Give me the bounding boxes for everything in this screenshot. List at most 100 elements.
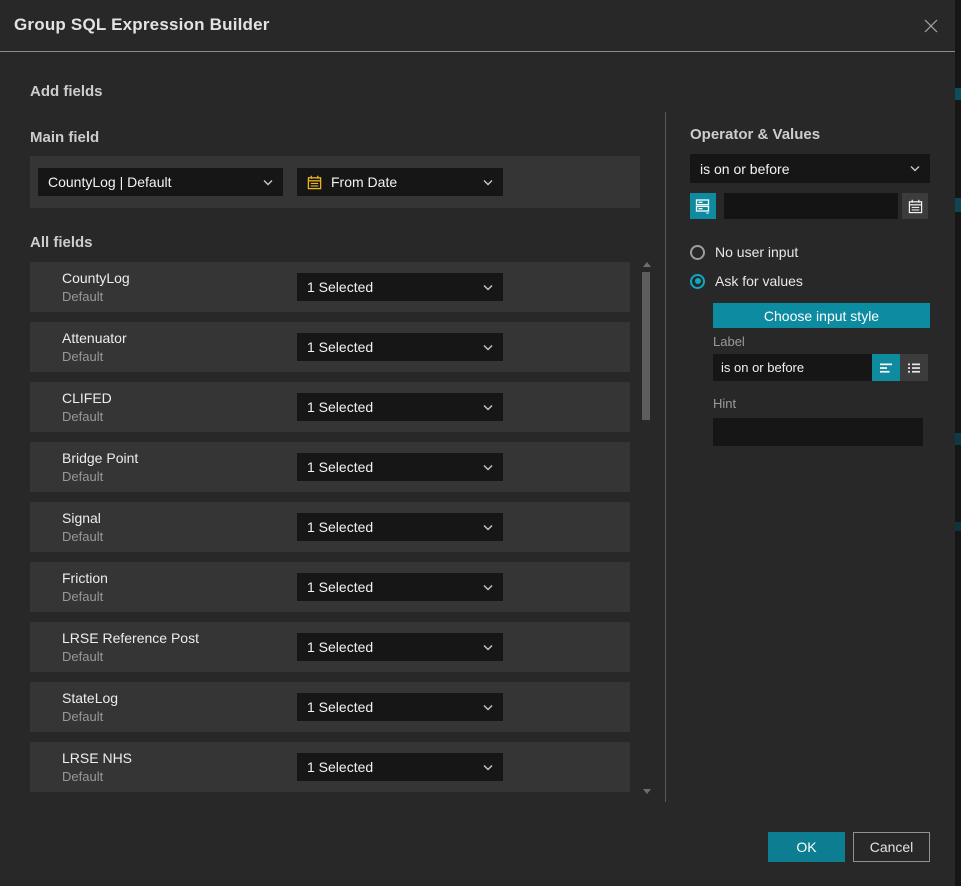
date-picker-button[interactable]: [902, 193, 928, 219]
field-selection-select[interactable]: 1 Selected: [297, 573, 503, 601]
operator-select[interactable]: is on or before: [690, 154, 930, 183]
value-input[interactable]: [724, 193, 898, 219]
radio-icon: [690, 274, 705, 289]
main-field-heading: Main field: [30, 129, 99, 146]
field-sublabel: Default: [62, 529, 103, 544]
background-fragment: [955, 522, 961, 531]
all-fields-list: CountyLog Default 1 Selected Attenuator …: [30, 262, 630, 802]
field-selection-value: 1 Selected: [307, 639, 477, 655]
field-row: Bridge Point Default 1 Selected: [30, 442, 630, 492]
field-selection-select[interactable]: 1 Selected: [297, 273, 503, 301]
calendar-icon: [307, 175, 322, 190]
background-fragment: [955, 198, 961, 212]
scroll-up-icon[interactable]: [643, 262, 651, 267]
field-name: CLIFED: [62, 390, 112, 406]
field-name: Bridge Point: [62, 450, 138, 466]
field-row: Friction Default 1 Selected: [30, 562, 630, 612]
ok-button[interactable]: OK: [768, 832, 845, 862]
main-layer-select-value: CountyLog | Default: [48, 174, 257, 190]
field-name: CountyLog: [62, 270, 130, 286]
choose-input-style-button[interactable]: Choose input style: [713, 303, 930, 328]
label-field-label: Label: [713, 334, 745, 349]
field-sublabel: Default: [62, 409, 103, 424]
field-name: LRSE Reference Post: [62, 630, 199, 646]
field-selection-value: 1 Selected: [307, 519, 477, 535]
chevron-down-icon: [483, 178, 493, 187]
field-row: StateLog Default 1 Selected: [30, 682, 630, 732]
scrollbar-thumb[interactable]: [642, 272, 650, 420]
field-selection-value: 1 Selected: [307, 699, 477, 715]
field-sublabel: Default: [62, 709, 103, 724]
radio-icon: [690, 245, 705, 260]
field-selection-select[interactable]: 1 Selected: [297, 693, 503, 721]
field-selection-value: 1 Selected: [307, 579, 477, 595]
field-sublabel: Default: [62, 589, 103, 604]
field-row: Attenuator Default 1 Selected: [30, 322, 630, 372]
single-value-style-button[interactable]: [872, 354, 900, 381]
chevron-down-icon: [483, 703, 493, 712]
align-left-icon: [879, 361, 893, 375]
background-app-strip: [955, 0, 961, 886]
cancel-button[interactable]: Cancel: [853, 832, 930, 862]
chevron-down-icon: [483, 463, 493, 472]
chevron-down-icon: [910, 164, 920, 173]
field-selection-select[interactable]: 1 Selected: [297, 333, 503, 361]
list-style-button[interactable]: [900, 354, 928, 381]
dialog-title: Group SQL Expression Builder: [14, 15, 270, 35]
main-field-select[interactable]: From Date: [297, 168, 503, 196]
field-row: LRSE Reference Post Default 1 Selected: [30, 622, 630, 672]
radio-ask-for-values[interactable]: Ask for values: [690, 273, 803, 289]
chevron-down-icon: [483, 523, 493, 532]
add-fields-heading: Add fields: [30, 83, 103, 100]
fields-scrollbar[interactable]: [640, 260, 652, 800]
field-name: LRSE NHS: [62, 750, 132, 766]
field-name: Friction: [62, 570, 108, 586]
field-selection-value: 1 Selected: [307, 459, 477, 475]
field-sublabel: Default: [62, 349, 103, 364]
chevron-down-icon: [483, 643, 493, 652]
radio-no-user-input[interactable]: No user input: [690, 244, 798, 260]
field-selection-value: 1 Selected: [307, 279, 477, 295]
field-name: StateLog: [62, 690, 118, 706]
field-selection-select[interactable]: 1 Selected: [297, 633, 503, 661]
operator-select-value: is on or before: [700, 161, 904, 177]
chevron-down-icon: [483, 343, 493, 352]
operator-values-heading: Operator & Values: [690, 126, 820, 143]
main-field-select-value: From Date: [331, 174, 477, 190]
calendar-icon: [908, 199, 923, 214]
field-name: Attenuator: [62, 330, 127, 346]
background-fragment: [955, 433, 961, 445]
bullet-list-icon: [907, 361, 921, 375]
close-icon[interactable]: [919, 14, 943, 38]
chevron-down-icon: [483, 763, 493, 772]
main-layer-select[interactable]: CountyLog | Default: [38, 168, 283, 196]
field-name: Signal: [62, 510, 101, 526]
value-input-type-button[interactable]: [690, 193, 716, 219]
stacked-rows-icon: [695, 198, 711, 214]
field-selection-select[interactable]: 1 Selected: [297, 513, 503, 541]
field-selection-select[interactable]: 1 Selected: [297, 453, 503, 481]
field-row: Signal Default 1 Selected: [30, 502, 630, 552]
chevron-down-icon: [483, 283, 493, 292]
chevron-down-icon: [483, 583, 493, 592]
chevron-down-icon: [263, 178, 273, 187]
field-selection-select[interactable]: 1 Selected: [297, 393, 503, 421]
main-field-panel: CountyLog | Default From Date: [30, 156, 640, 208]
dialog-header: Group SQL Expression Builder: [0, 0, 955, 52]
field-row: CountyLog Default 1 Selected: [30, 262, 630, 312]
hint-input[interactable]: [713, 418, 923, 446]
field-selection-value: 1 Selected: [307, 759, 477, 775]
scroll-down-icon[interactable]: [643, 789, 651, 794]
field-selection-value: 1 Selected: [307, 339, 477, 355]
field-selection-value: 1 Selected: [307, 399, 477, 415]
field-selection-select[interactable]: 1 Selected: [297, 753, 503, 781]
field-row: LRSE NHS Default 1 Selected: [30, 742, 630, 792]
hint-field-label: Hint: [713, 396, 736, 411]
vertical-divider: [665, 112, 666, 802]
chevron-down-icon: [483, 403, 493, 412]
label-input[interactable]: [713, 354, 872, 381]
field-sublabel: Default: [62, 649, 103, 664]
screen: Group SQL Expression Builder Add fields …: [0, 0, 961, 886]
field-sublabel: Default: [62, 469, 103, 484]
field-sublabel: Default: [62, 289, 103, 304]
